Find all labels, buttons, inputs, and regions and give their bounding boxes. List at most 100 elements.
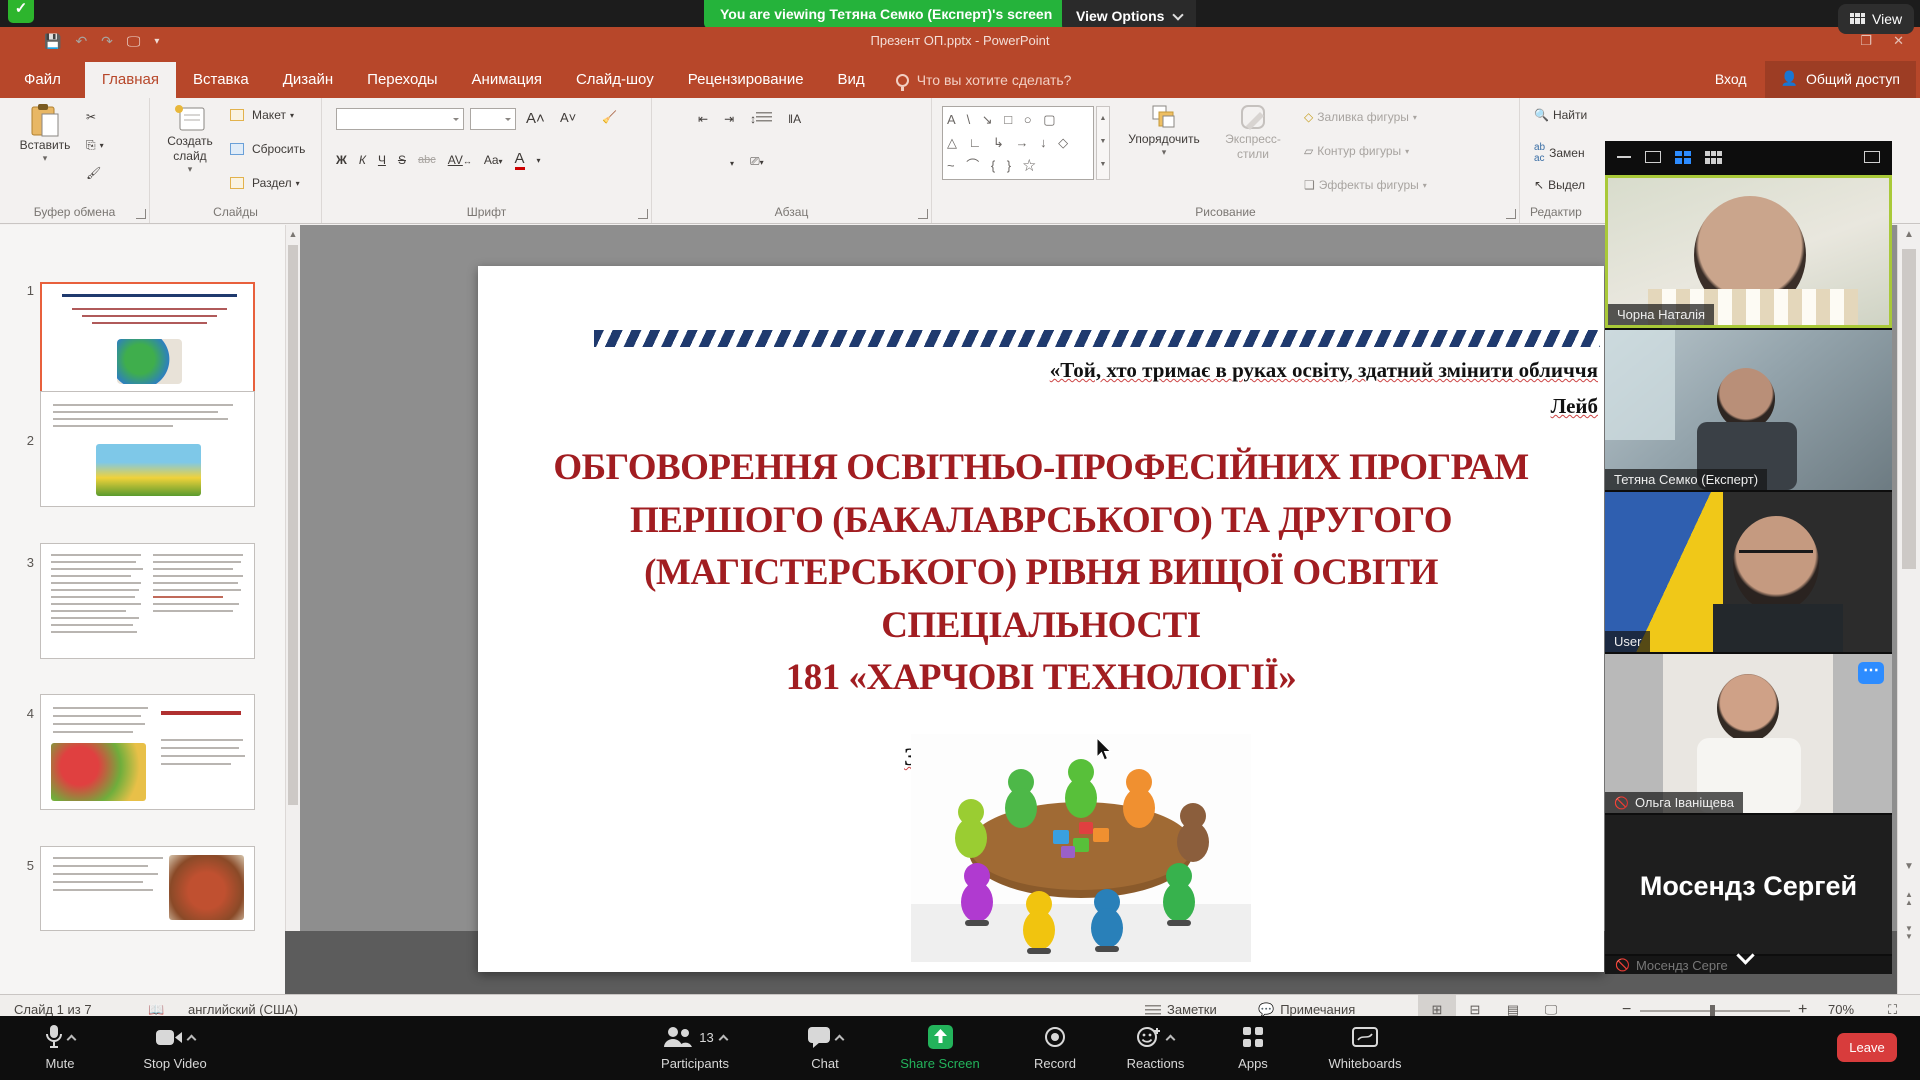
slide-scrollbar[interactable]: ▲ ▼ ▲▲ ▼▼ bbox=[1897, 225, 1920, 994]
font-size-combo[interactable] bbox=[470, 108, 516, 130]
strikethrough-button[interactable]: S bbox=[398, 153, 406, 167]
tab-view[interactable]: Вид bbox=[821, 62, 882, 98]
slide-thumbnail-4[interactable] bbox=[40, 694, 255, 810]
video-options-caret[interactable] bbox=[186, 1034, 196, 1044]
minimize-panel-icon[interactable] bbox=[1617, 156, 1631, 158]
speaker-view-icon[interactable] bbox=[1645, 151, 1661, 163]
chat-button[interactable]: Chat bbox=[785, 1024, 865, 1071]
grow-font-button[interactable]: A˄ bbox=[526, 110, 545, 127]
chat-options-caret[interactable] bbox=[834, 1034, 844, 1044]
video-tile-3[interactable]: User bbox=[1605, 492, 1892, 652]
tile-more-button[interactable]: ⋯ bbox=[1858, 662, 1884, 684]
view-button[interactable]: View bbox=[1838, 4, 1914, 34]
participants-options-caret[interactable] bbox=[718, 1034, 728, 1044]
find-button[interactable]: 🔍Найти bbox=[1534, 108, 1587, 122]
clear-formatting-button[interactable]: 🧹 bbox=[602, 110, 617, 124]
font-color-button[interactable]: А bbox=[515, 150, 525, 170]
bold-button[interactable]: Ж bbox=[336, 153, 347, 167]
video-tile-2[interactable]: Тетяна Семко (Експерт) bbox=[1605, 330, 1892, 490]
slide-thumbnail-5[interactable] bbox=[40, 846, 255, 931]
shape-fill-button[interactable]: ◇Заливка фигуры▾ bbox=[1304, 110, 1417, 124]
drawing-dialog-launcher[interactable] bbox=[1506, 209, 1516, 219]
shape-effects-button[interactable]: ❑Эффекты фигуры▾ bbox=[1304, 178, 1427, 192]
clipboard-dialog-launcher[interactable] bbox=[136, 209, 146, 219]
start-slideshow-icon[interactable]: 🖵 bbox=[127, 33, 141, 50]
tab-insert[interactable]: Вставка bbox=[176, 62, 266, 98]
quick-access-toolbar[interactable]: 💾 ↶ ↷ 🖵 ▾ bbox=[44, 29, 159, 53]
new-slide-button[interactable]: Создать слайд ▾ bbox=[158, 104, 222, 175]
change-case-button[interactable]: Aa▾ bbox=[484, 153, 503, 167]
customize-qat-icon[interactable]: ▾ bbox=[154, 36, 159, 47]
reactions-button[interactable]: Reactions bbox=[1108, 1024, 1203, 1071]
stop-video-button[interactable]: Stop Video bbox=[120, 1024, 230, 1071]
format-painter-button[interactable]: 🖌 bbox=[86, 166, 101, 180]
tab-home[interactable]: Главная bbox=[85, 62, 176, 98]
character-spacing-button[interactable]: AV↔ bbox=[448, 153, 472, 167]
replace-button[interactable]: abacЗамен bbox=[1534, 142, 1585, 164]
tab-transitions[interactable]: Переходы bbox=[350, 62, 454, 98]
save-icon[interactable]: 💾 bbox=[44, 33, 61, 50]
tab-review[interactable]: Рецензирование bbox=[671, 62, 821, 98]
arrange-button[interactable]: Упорядочить ▾ bbox=[1118, 104, 1210, 158]
italic-button[interactable]: К bbox=[359, 153, 366, 167]
reactions-options-caret[interactable] bbox=[1166, 1034, 1176, 1044]
video-tile-5[interactable]: Мосендз Сергей bbox=[1605, 815, 1892, 954]
leave-button[interactable]: Leave bbox=[1837, 1033, 1897, 1062]
slide-thumbnail-3[interactable] bbox=[40, 543, 255, 659]
tell-me-box[interactable]: Что вы хотите сделать? bbox=[882, 72, 1086, 98]
restore-icon[interactable]: ❐ bbox=[1860, 33, 1872, 49]
mute-options-caret[interactable] bbox=[66, 1034, 76, 1044]
copy-button[interactable]: ⎘ ▾ bbox=[86, 138, 104, 153]
select-button[interactable]: ↖Выдел bbox=[1534, 178, 1585, 192]
shared-screen-icon[interactable] bbox=[1864, 151, 1880, 163]
section-button[interactable]: Раздел▾ bbox=[230, 176, 300, 190]
tab-animations[interactable]: Анимация bbox=[455, 62, 559, 98]
shapes-gallery[interactable]: A \ ↘ □ ○ ▢△ ∟ ↳ → ↓ ◇~ ⌒ { } ☆ bbox=[942, 106, 1094, 180]
reset-button[interactable]: Сбросить bbox=[230, 142, 305, 156]
record-button[interactable]: Record bbox=[1015, 1024, 1095, 1071]
grid-view-icon[interactable] bbox=[1705, 151, 1722, 164]
video-tile-4[interactable]: ⋯ 🚫 Ольга Іваніщева bbox=[1605, 654, 1892, 813]
slide-canvas[interactable]: «Той, хто тримає в руках освіту, здатний… bbox=[478, 266, 1604, 972]
font-dialog-launcher[interactable] bbox=[638, 209, 648, 219]
smartart-button[interactable]: ⎚▾ bbox=[750, 154, 764, 169]
text-direction-button[interactable]: ‖A bbox=[788, 112, 801, 126]
quick-styles-button[interactable]: Экспресс-стили bbox=[1214, 104, 1292, 162]
tab-slideshow[interactable]: Слайд-шоу bbox=[559, 62, 671, 98]
mute-button[interactable]: Mute bbox=[20, 1024, 100, 1071]
whiteboards-button[interactable]: Whiteboards bbox=[1305, 1024, 1425, 1071]
share-screen-button[interactable]: Share Screen bbox=[880, 1024, 1000, 1071]
slide-thumbnail-1[interactable] bbox=[40, 282, 255, 398]
participants-button[interactable]: 13 Participants bbox=[630, 1024, 760, 1071]
shape-outline-button[interactable]: ▱Контур фигуры▾ bbox=[1304, 144, 1409, 158]
apps-button[interactable]: Apps bbox=[1218, 1024, 1288, 1071]
underline-button[interactable]: Ч bbox=[378, 153, 386, 167]
paragraph-dialog-launcher[interactable] bbox=[918, 209, 928, 219]
columns-button[interactable]: ▾ bbox=[730, 155, 734, 169]
undo-icon[interactable]: ↶ bbox=[75, 33, 87, 50]
previous-slide-button[interactable]: ▲▲ bbox=[1898, 891, 1920, 907]
shrink-font-button[interactable]: A˅ bbox=[560, 110, 576, 125]
decrease-indent-button[interactable]: ⇤ bbox=[698, 112, 708, 126]
close-icon[interactable]: ✕ bbox=[1893, 33, 1904, 49]
share-button[interactable]: 👤 Общий доступ bbox=[1765, 61, 1917, 98]
increase-indent-button[interactable]: ⇥ bbox=[724, 112, 734, 126]
line-spacing-button[interactable]: ↕ bbox=[750, 112, 772, 126]
paste-button[interactable]: Вставить ▾ bbox=[14, 104, 76, 164]
slide-thumbnail-2[interactable] bbox=[40, 391, 255, 507]
tab-file[interactable]: Файл bbox=[0, 62, 85, 98]
font-color-arrow[interactable]: ▾ bbox=[537, 156, 541, 165]
text-shadow-button[interactable]: abc bbox=[418, 154, 436, 166]
thumbnail-scrollbar[interactable]: ▲ ▼ bbox=[285, 225, 300, 994]
sign-in-button[interactable]: Вход bbox=[1697, 62, 1765, 98]
font-name-combo[interactable] bbox=[336, 108, 464, 130]
redo-icon[interactable]: ↷ bbox=[101, 33, 113, 50]
layout-button[interactable]: Макет▾ bbox=[230, 108, 294, 122]
tab-design[interactable]: Дизайн bbox=[266, 62, 350, 98]
gallery-view-icon[interactable] bbox=[1675, 151, 1691, 164]
scroll-more-chevron-icon[interactable] bbox=[1737, 947, 1753, 963]
shapes-gallery-scroll[interactable]: ▲▼▼ bbox=[1096, 106, 1110, 180]
cut-button[interactable]: ✂ bbox=[86, 110, 96, 124]
video-tile-1[interactable]: Чорна Наталія bbox=[1605, 175, 1892, 328]
next-slide-button[interactable]: ▼▼ bbox=[1898, 925, 1920, 941]
